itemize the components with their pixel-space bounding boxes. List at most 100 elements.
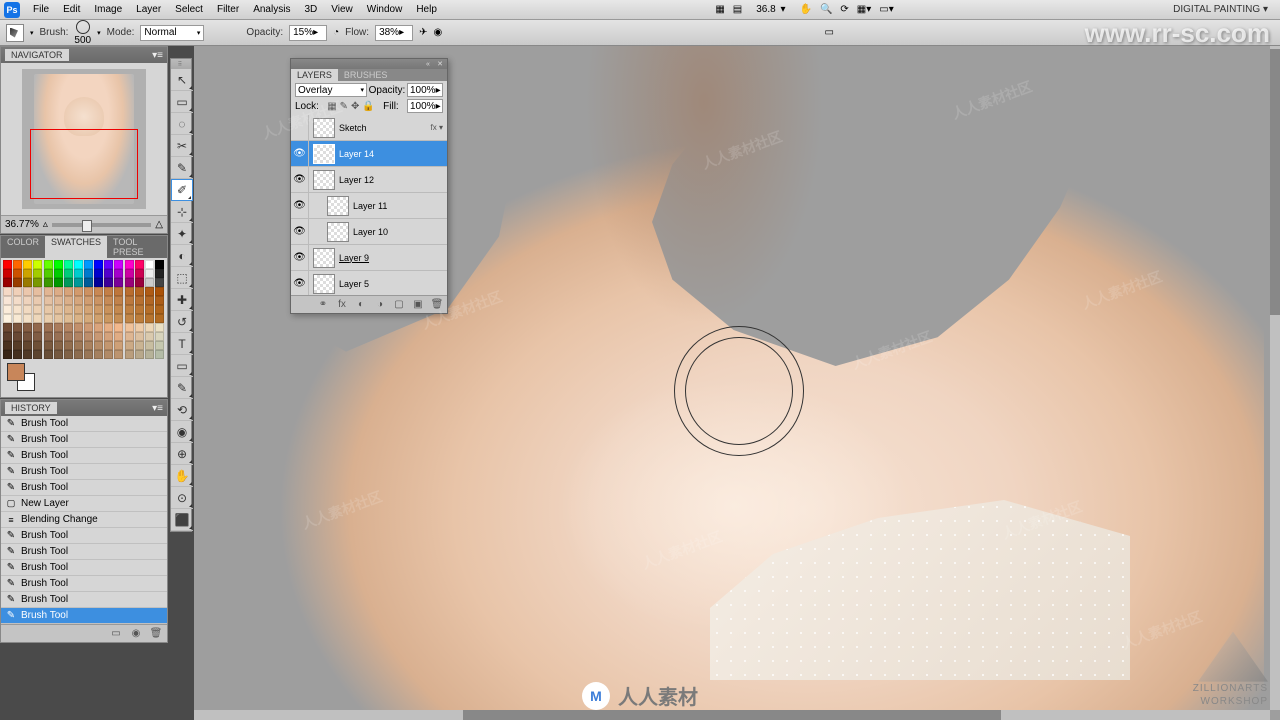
layer-visibility-icon[interactable]: 👁	[291, 167, 309, 192]
swatch[interactable]	[104, 296, 113, 305]
layer-name-label[interactable]: Layer 11	[353, 201, 447, 211]
swatch[interactable]	[23, 287, 32, 296]
swatch[interactable]	[145, 332, 154, 341]
swatch[interactable]	[44, 341, 53, 350]
new-layer-icon[interactable]: ▣	[411, 298, 425, 312]
swatch[interactable]	[3, 260, 12, 269]
history-tab[interactable]: HISTORY	[5, 402, 57, 414]
swatch[interactable]	[155, 323, 164, 332]
swatch[interactable]	[84, 269, 93, 278]
tool-13[interactable]: ▭	[171, 355, 193, 377]
history-item[interactable]: Brush Tool	[1, 592, 167, 608]
swatch[interactable]	[84, 260, 93, 269]
swatch[interactable]	[13, 323, 22, 332]
swatch[interactable]	[84, 278, 93, 287]
tool-8[interactable]: ◐	[171, 245, 193, 267]
swatch[interactable]	[64, 305, 73, 314]
swatch[interactable]	[94, 287, 103, 296]
swatch[interactable]	[44, 296, 53, 305]
tab-swatches[interactable]: SWATCHES	[45, 236, 107, 258]
swatch[interactable]	[84, 296, 93, 305]
layer-thumbnail[interactable]	[313, 170, 335, 190]
collapse-icon[interactable]: «	[423, 60, 433, 68]
arrange-docs-icon[interactable]: ▦▾	[857, 4, 871, 15]
swatch[interactable]	[33, 341, 42, 350]
swatch[interactable]	[13, 305, 22, 314]
swatch[interactable]	[104, 350, 113, 359]
swatch[interactable]	[155, 332, 164, 341]
new-snapshot-icon[interactable]: ◉	[129, 627, 143, 641]
swatch[interactable]	[44, 350, 53, 359]
layer-name-label[interactable]: Layer 12	[339, 175, 447, 185]
layer-thumbnail[interactable]	[313, 118, 335, 138]
layer-name-label[interactable]: Layer 10	[353, 227, 447, 237]
swatch[interactable]	[125, 296, 134, 305]
tool-7[interactable]: ✦	[171, 223, 193, 245]
swatch[interactable]	[155, 305, 164, 314]
swatch[interactable]	[44, 260, 53, 269]
swatch[interactable]	[125, 332, 134, 341]
zoom-out-icon[interactable]: ▵	[43, 219, 48, 230]
swatch[interactable]	[64, 350, 73, 359]
airbrush-icon[interactable]: ✈	[419, 27, 427, 38]
swatch[interactable]	[104, 278, 113, 287]
close-icon[interactable]: ✕	[435, 60, 445, 68]
view-extras-icon[interactable]: ▤	[733, 4, 742, 15]
rotate-view-icon[interactable]: ⟳	[840, 4, 848, 15]
swatch[interactable]	[3, 278, 12, 287]
swatch[interactable]	[155, 341, 164, 350]
lock-transparent-icon[interactable]: ▦	[327, 101, 336, 112]
foreground-background-colors[interactable]	[7, 363, 35, 391]
swatch[interactable]	[155, 287, 164, 296]
tool-0[interactable]: ↖	[171, 69, 193, 91]
layer-style-icon[interactable]: fx	[335, 298, 349, 312]
tool-preset-icon[interactable]	[6, 24, 24, 42]
swatch[interactable]	[145, 287, 154, 296]
swatch[interactable]	[74, 278, 83, 287]
swatch[interactable]	[125, 350, 134, 359]
opacity-input[interactable]: 15% ▸	[289, 25, 327, 41]
swatch[interactable]	[23, 260, 32, 269]
layer-group-icon[interactable]: ▢	[392, 298, 406, 312]
history-item[interactable]: Brush Tool	[1, 544, 167, 560]
navigator-zoom-value[interactable]: 36.77%	[5, 219, 39, 230]
swatch[interactable]	[135, 350, 144, 359]
lock-all-icon[interactable]: 🔒	[362, 101, 374, 112]
swatch[interactable]	[54, 341, 63, 350]
menu-window[interactable]: Window	[360, 1, 410, 18]
tool-18[interactable]: ✋	[171, 465, 193, 487]
layer-row[interactable]: 👁Layer 9	[291, 245, 447, 271]
swatch[interactable]	[135, 332, 144, 341]
swatch[interactable]	[125, 314, 134, 323]
swatch[interactable]	[3, 341, 12, 350]
layer-name-label[interactable]: Layer 9	[339, 253, 447, 263]
layer-row[interactable]: 👁Layer 14	[291, 141, 447, 167]
layer-fx-icon[interactable]: fx ▾	[431, 123, 447, 132]
swatch[interactable]	[114, 350, 123, 359]
swatch[interactable]	[135, 296, 144, 305]
swatch[interactable]	[84, 341, 93, 350]
pressure-opacity-icon[interactable]: ◔	[333, 27, 339, 38]
swatch[interactable]	[125, 287, 134, 296]
swatch[interactable]	[84, 323, 93, 332]
tool-15[interactable]: ⟲	[171, 399, 193, 421]
panel-menu-icon[interactable]: ▾≡	[152, 50, 163, 61]
swatch[interactable]	[145, 260, 154, 269]
tool-19[interactable]: ⊙	[171, 487, 193, 509]
swatch[interactable]	[23, 305, 32, 314]
menu-layer[interactable]: Layer	[129, 1, 168, 18]
swatch[interactable]	[125, 269, 134, 278]
tool-4[interactable]: ✎	[171, 157, 193, 179]
swatch[interactable]	[104, 332, 113, 341]
swatch[interactable]	[74, 260, 83, 269]
pressure-size-icon[interactable]: ◉	[433, 27, 442, 38]
tab-brushes[interactable]: BRUSHES	[338, 69, 394, 81]
swatch[interactable]	[74, 350, 83, 359]
layer-visibility-icon[interactable]	[291, 115, 309, 140]
swatch[interactable]	[23, 341, 32, 350]
swatch[interactable]	[125, 323, 134, 332]
layer-row[interactable]: 👁Layer 5	[291, 271, 447, 295]
screen-mode-icon[interactable]: ▭▾	[879, 4, 893, 15]
swatch[interactable]	[3, 314, 12, 323]
swatch[interactable]	[135, 323, 144, 332]
